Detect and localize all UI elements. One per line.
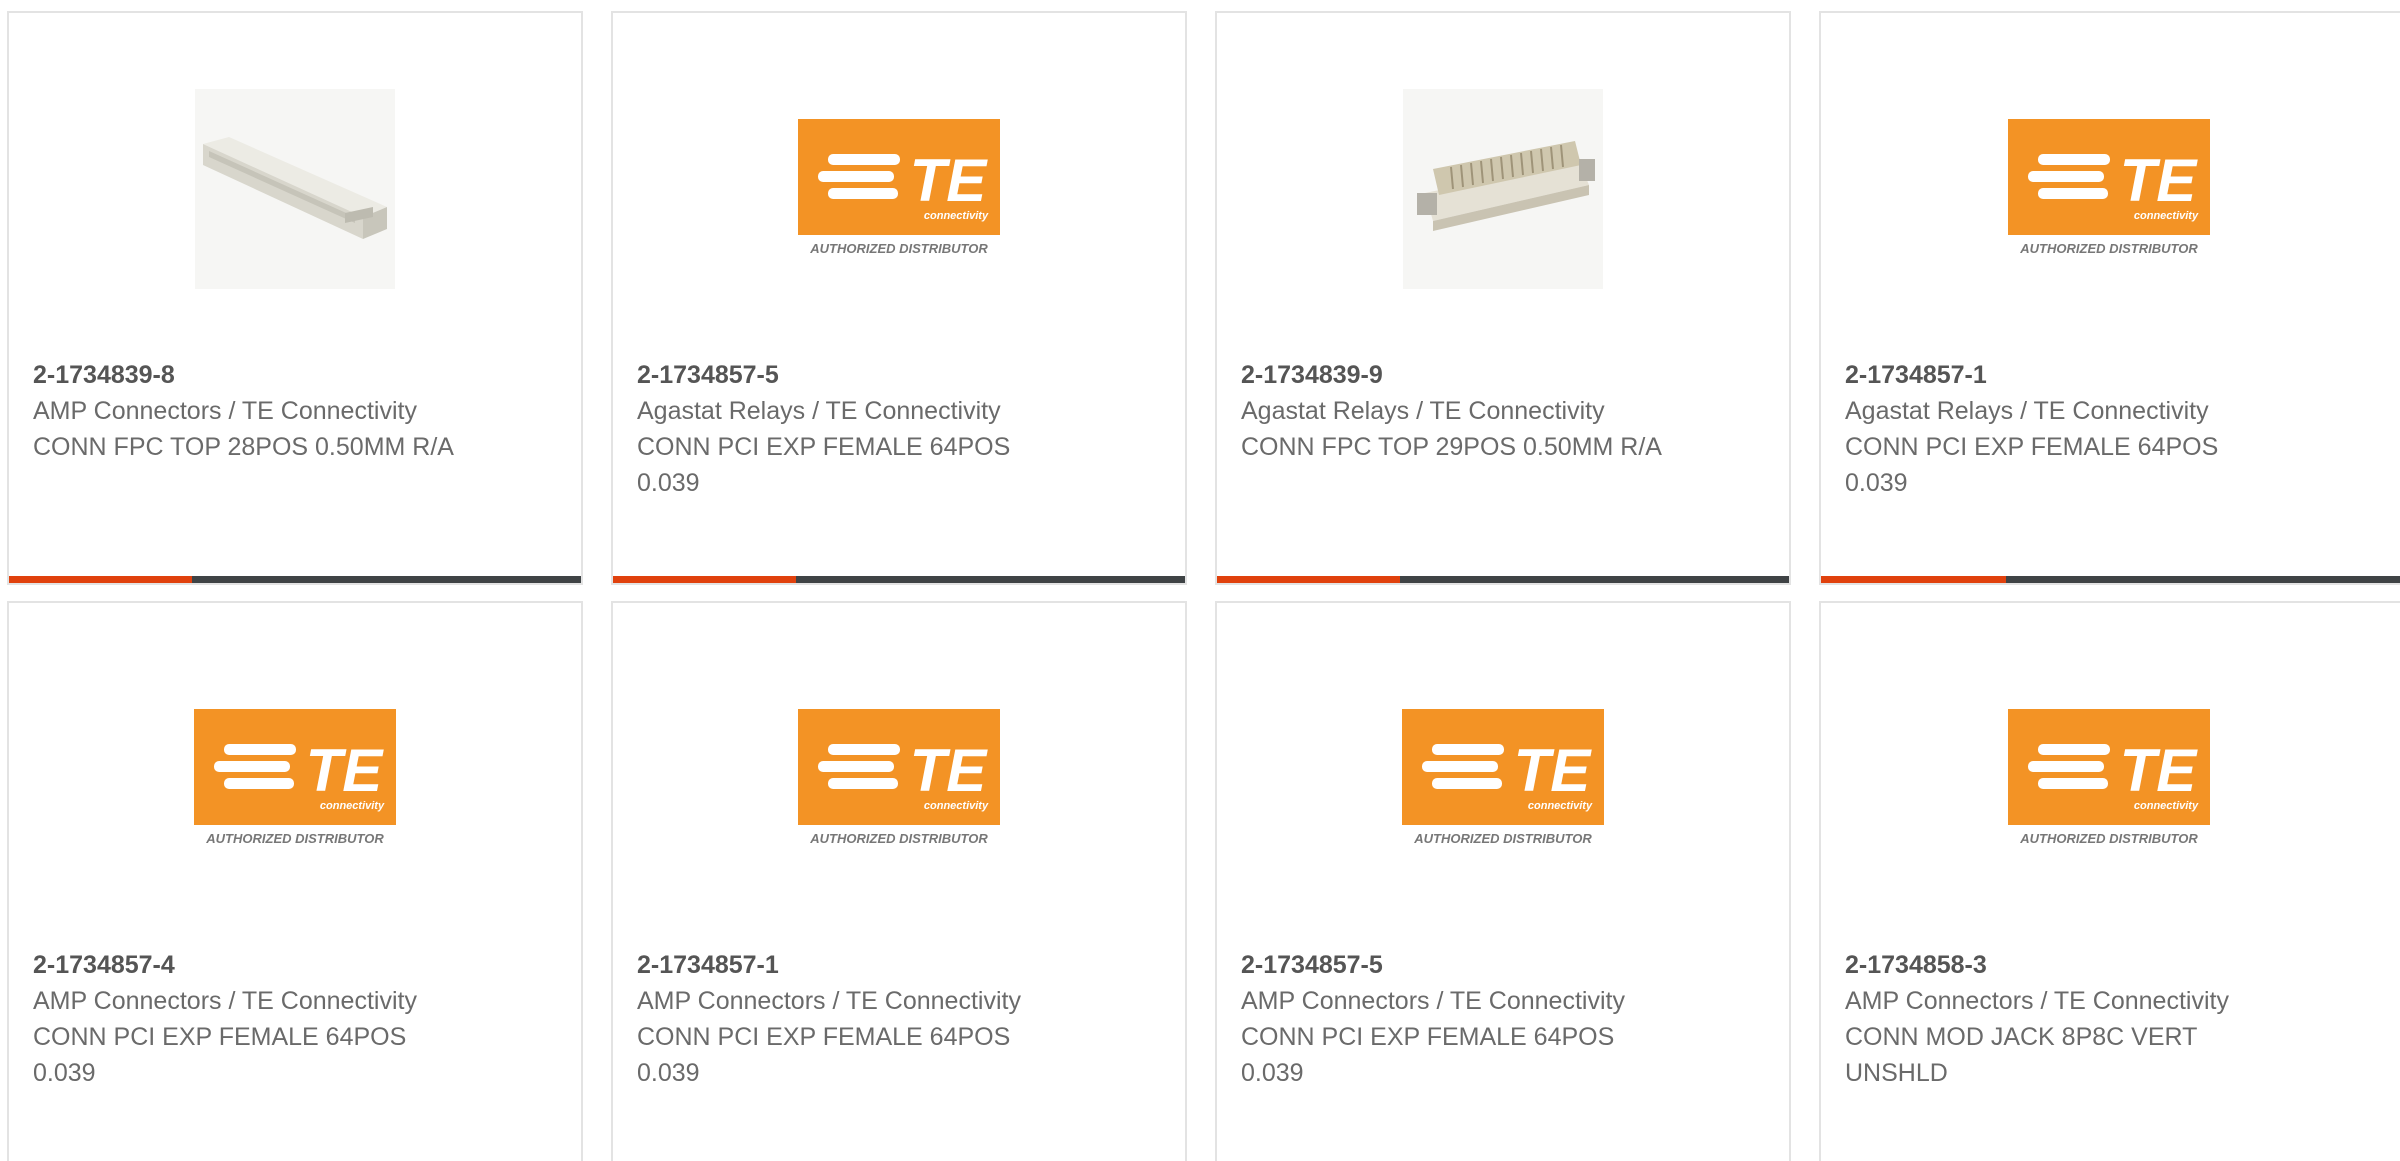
manufacturer: Agastat Relays / TE Connectivity [1241, 397, 1605, 425]
logo-tag: AUTHORIZED DISTRIBUTOR [2019, 241, 2198, 256]
hover-progress-fill [613, 576, 797, 583]
logo-mark: TE [1514, 737, 1593, 804]
logo-tag: AUTHORIZED DISTRIBUTOR [809, 831, 988, 846]
product-card[interactable]: TE connectivity AUTHORIZED DISTRIBUTOR 2… [1819, 601, 2400, 1161]
manufacturer: AMP Connectors / TE Connectivity [1241, 987, 1625, 1015]
hover-progress-bar [613, 576, 1185, 583]
hover-progress-fill [1217, 576, 1401, 583]
logo-mark: TE [910, 147, 989, 214]
description: CONN PCI EXP FEMALE 64POS 0.039 [33, 1023, 407, 1087]
product-card[interactable]: TE connectivity AUTHORIZED DISTRIBUTOR 2… [1215, 601, 1791, 1161]
product-card[interactable]: 2-1734839-9 Agastat Relays / TE Connecti… [1215, 11, 1791, 585]
logo-sub: connectivity [320, 800, 385, 812]
description: CONN FPC TOP 29POS 0.50MM R/A [1241, 433, 1662, 461]
description: CONN PCI EXP FEMALE 64POS 0.039 [637, 1023, 1011, 1087]
part-number[interactable]: 2-1734857-4 [33, 947, 175, 983]
logo-mark: TE [2120, 737, 2199, 804]
part-number[interactable]: 2-1734858-3 [1845, 947, 1987, 983]
te-authorized-distributor-logo: TE connectivity AUTHORIZED DISTRIBUTOR [194, 709, 396, 846]
fpc-connector-photo [195, 89, 395, 289]
product-image[interactable] [1217, 83, 1789, 295]
manufacturer: Agastat Relays / TE Connectivity [1845, 397, 2209, 425]
description: CONN MOD JACK 8P8C VERT UNSHLD [1845, 1023, 2197, 1087]
description: CONN PCI EXP FEMALE 64POS 0.039 [637, 433, 1011, 497]
fpc-connector-photo [1403, 89, 1603, 289]
product-image[interactable]: TE connectivity AUTHORIZED DISTRIBUTOR [1821, 83, 2397, 295]
product-card[interactable]: TE connectivity AUTHORIZED DISTRIBUTOR 2… [1819, 11, 2400, 585]
logo-sub: connectivity [924, 210, 989, 222]
part-number[interactable]: 2-1734839-9 [1241, 357, 1383, 393]
product-image[interactable] [9, 83, 581, 295]
te-authorized-distributor-logo: TE connectivity AUTHORIZED DISTRIBUTOR [1402, 709, 1604, 846]
logo-sub: connectivity [924, 800, 989, 812]
product-image[interactable]: TE connectivity AUTHORIZED DISTRIBUTOR [1821, 673, 2397, 885]
product-card[interactable]: 2-1734839-8 AMP Connectors / TE Connecti… [7, 11, 583, 585]
te-authorized-distributor-logo: TE connectivity AUTHORIZED DISTRIBUTOR [2008, 709, 2210, 846]
hover-progress-fill [1821, 576, 2007, 583]
part-number[interactable]: 2-1734857-5 [637, 357, 779, 393]
te-authorized-distributor-logo: TE connectivity AUTHORIZED DISTRIBUTOR [798, 709, 1000, 846]
product-image[interactable]: TE connectivity AUTHORIZED DISTRIBUTOR [613, 83, 1185, 295]
hover-progress-bar [1217, 576, 1789, 583]
logo-tag: AUTHORIZED DISTRIBUTOR [809, 241, 988, 256]
part-number[interactable]: 2-1734839-8 [33, 357, 175, 393]
te-authorized-distributor-logo: TE connectivity AUTHORIZED DISTRIBUTOR [2008, 119, 2210, 256]
product-card[interactable]: TE connectivity AUTHORIZED DISTRIBUTOR 2… [611, 601, 1187, 1161]
description: CONN PCI EXP FEMALE 64POS 0.039 [1845, 433, 2219, 497]
product-card[interactable]: TE connectivity AUTHORIZED DISTRIBUTOR 2… [611, 11, 1187, 585]
manufacturer: Agastat Relays / TE Connectivity [637, 397, 1001, 425]
product-image[interactable]: TE connectivity AUTHORIZED DISTRIBUTOR [9, 673, 581, 885]
manufacturer: AMP Connectors / TE Connectivity [33, 987, 417, 1015]
logo-sub: connectivity [2134, 210, 2199, 222]
logo-mark: TE [306, 737, 385, 804]
te-authorized-distributor-logo: TE connectivity AUTHORIZED DISTRIBUTOR [798, 119, 1000, 256]
logo-mark: TE [910, 737, 989, 804]
hover-progress-fill [9, 576, 193, 583]
manufacturer: AMP Connectors / TE Connectivity [1845, 987, 2229, 1015]
part-number[interactable]: 2-1734857-5 [1241, 947, 1383, 983]
product-grid: 2-1734839-8 AMP Connectors / TE Connecti… [0, 0, 2400, 1161]
logo-mark: TE [2120, 147, 2199, 214]
part-number[interactable]: 2-1734857-1 [637, 947, 779, 983]
product-card[interactable]: TE connectivity AUTHORIZED DISTRIBUTOR 2… [7, 601, 583, 1161]
hover-progress-bar [1821, 576, 2400, 583]
manufacturer: AMP Connectors / TE Connectivity [33, 397, 417, 425]
logo-sub: connectivity [2134, 800, 2199, 812]
logo-sub: connectivity [1528, 800, 1593, 812]
logo-tag: AUTHORIZED DISTRIBUTOR [1413, 831, 1592, 846]
manufacturer: AMP Connectors / TE Connectivity [637, 987, 1021, 1015]
product-image[interactable]: TE connectivity AUTHORIZED DISTRIBUTOR [1217, 673, 1789, 885]
description: CONN FPC TOP 28POS 0.50MM R/A [33, 433, 454, 461]
part-number[interactable]: 2-1734857-1 [1845, 357, 1987, 393]
description: CONN PCI EXP FEMALE 64POS 0.039 [1241, 1023, 1615, 1087]
product-image[interactable]: TE connectivity AUTHORIZED DISTRIBUTOR [613, 673, 1185, 885]
logo-tag: AUTHORIZED DISTRIBUTOR [2019, 831, 2198, 846]
logo-tag: AUTHORIZED DISTRIBUTOR [205, 831, 384, 846]
hover-progress-bar [9, 576, 581, 583]
